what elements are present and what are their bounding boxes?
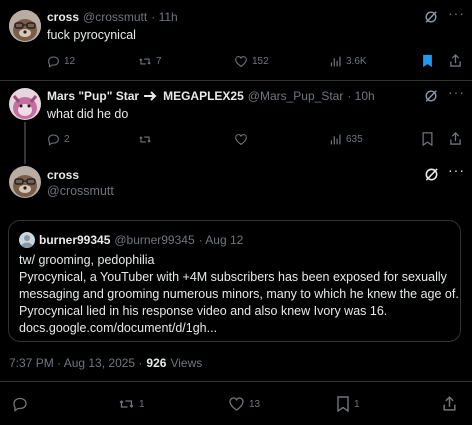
author-name[interactable]: cross bbox=[47, 10, 79, 24]
repost-button[interactable]: 7 bbox=[138, 55, 162, 68]
grok-icon[interactable] bbox=[424, 10, 438, 24]
views-icon bbox=[330, 56, 341, 67]
post-text: what did he do bbox=[47, 107, 129, 121]
author-name[interactable]: Mars "Pup" Star bbox=[47, 89, 139, 103]
share-icon[interactable] bbox=[442, 395, 457, 412]
arrow-badge-icon bbox=[143, 90, 159, 102]
avatar-crossmutt[interactable] bbox=[9, 10, 41, 42]
more-options-icon[interactable]: ··· bbox=[448, 5, 465, 21]
author-name-badge[interactable]: MEGAPLEX25 bbox=[163, 89, 244, 103]
quoted-post-time: · Aug 12 bbox=[198, 233, 244, 247]
views-count: 3.6K bbox=[346, 56, 367, 67]
quoted-text-line: tw/ grooming, pedophilia bbox=[19, 253, 155, 267]
quoted-link[interactable]: docs.google.com/document/d/1gh... bbox=[19, 321, 217, 335]
more-options-icon[interactable]: ··· bbox=[448, 162, 465, 178]
heart-icon bbox=[235, 134, 247, 145]
quoted-author-name: burner99345 bbox=[39, 233, 111, 247]
quoted-post[interactable]: burner99345 @burner99345 · Aug 12 tw/ gr… bbox=[8, 220, 461, 342]
views-button[interactable]: 3.6K bbox=[329, 55, 367, 68]
like-button[interactable]: 13 bbox=[228, 396, 260, 412]
views-icon bbox=[330, 134, 341, 145]
post-timestamp[interactable]: 7:37 PM · Aug 13, 2025 · bbox=[9, 356, 142, 370]
repost-button[interactable] bbox=[138, 133, 152, 146]
avatar-crossmutt[interactable] bbox=[9, 166, 41, 198]
reply-icon bbox=[48, 134, 59, 146]
repost-icon bbox=[119, 400, 134, 408]
repost-button[interactable]: 1 bbox=[118, 396, 145, 412]
grok-icon[interactable] bbox=[424, 89, 438, 103]
divider bbox=[0, 80, 472, 81]
bookmark-icon[interactable] bbox=[421, 132, 434, 146]
bookmark-icon bbox=[337, 396, 349, 412]
thread-line bbox=[24, 122, 26, 164]
quoted-text-line: Pyrocynical lied in his response video a… bbox=[19, 304, 388, 318]
bookmark-button[interactable]: 1 bbox=[336, 396, 360, 412]
reply-icon bbox=[13, 397, 27, 412]
views-count: 635 bbox=[346, 134, 363, 145]
reply-button[interactable]: 2 bbox=[47, 133, 70, 146]
quoted-text-line: Pyrocynical, a YouTuber with +4M subscri… bbox=[19, 270, 447, 284]
heart-icon bbox=[229, 397, 244, 411]
author-name[interactable]: cross bbox=[47, 168, 79, 182]
bookmark-icon[interactable] bbox=[421, 54, 434, 68]
author-handle[interactable]: @crossmutt bbox=[47, 184, 114, 198]
views-total: 926 bbox=[146, 356, 167, 370]
grok-icon[interactable] bbox=[424, 167, 439, 182]
like-count: 152 bbox=[252, 56, 269, 67]
avatar-mars-pup-star[interactable] bbox=[9, 88, 41, 120]
share-icon[interactable] bbox=[449, 131, 462, 146]
reply-count: 12 bbox=[64, 56, 76, 67]
more-options-icon[interactable]: ··· bbox=[448, 84, 465, 100]
quoted-avatar bbox=[19, 232, 35, 248]
post-time[interactable]: · 10h bbox=[347, 89, 374, 103]
reply-count: 2 bbox=[64, 134, 70, 145]
bookmark-count: 1 bbox=[354, 398, 360, 410]
post-time[interactable]: · 11h bbox=[151, 10, 177, 24]
divider bbox=[0, 381, 472, 382]
like-button[interactable]: 152 bbox=[234, 55, 269, 68]
reply-button[interactable] bbox=[12, 396, 28, 412]
post-text: fuck pyrocynical bbox=[47, 28, 136, 42]
reply-icon bbox=[48, 56, 59, 68]
like-count: 13 bbox=[249, 398, 261, 410]
repost-count: 1 bbox=[139, 398, 145, 410]
quoted-text-line: messaging and grooming numerous minors, … bbox=[19, 287, 459, 301]
like-button[interactable] bbox=[234, 133, 248, 146]
author-handle[interactable]: @Mars_Pup_Star bbox=[248, 89, 344, 103]
share-icon[interactable] bbox=[449, 53, 462, 68]
repost-icon bbox=[139, 136, 151, 143]
repost-icon bbox=[139, 58, 151, 65]
quoted-author-handle: @burner99345 bbox=[114, 233, 195, 247]
author-handle[interactable]: @crossmutt bbox=[83, 10, 147, 24]
views-label: Views bbox=[170, 356, 203, 370]
reply-button[interactable]: 12 bbox=[47, 55, 75, 68]
views-button[interactable]: 635 bbox=[329, 133, 363, 146]
repost-count: 7 bbox=[156, 56, 162, 67]
heart-icon bbox=[235, 56, 247, 67]
